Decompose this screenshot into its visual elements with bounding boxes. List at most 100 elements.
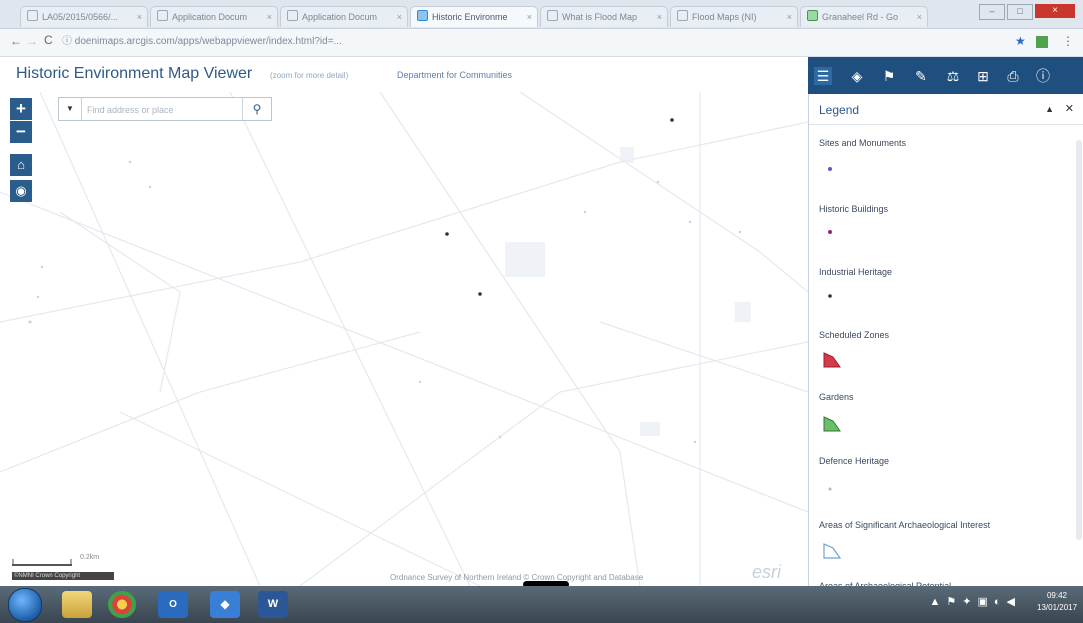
home-button[interactable]: ⌂ <box>10 154 32 176</box>
zoom-hint: (zoom for more detail) <box>270 71 349 80</box>
forward-icon[interactable]: → <box>26 34 38 48</box>
tab-label: Application Docum <box>172 12 248 22</box>
chrome-icon[interactable] <box>108 591 136 618</box>
taskbar: O ◆ W ▲⚑✦▣◐◀ 09:42 13/01/2017 <box>0 586 1083 623</box>
browser-tab[interactable]: LA05/2015/0566/... × <box>20 6 148 27</box>
legend-symbol-polygon <box>823 416 841 432</box>
browser-tab-bar: LA05/2015/0566/... × Application Docum × A… <box>0 0 1083 29</box>
bookmark-star-icon[interactable]: ★ <box>1015 34 1026 48</box>
tab-label: Historic Environme <box>432 12 508 22</box>
app-header: Historic Environment Map Viewer (zoom fo… <box>0 57 808 93</box>
legend-header: Legend ▲ ✕ <box>809 94 1083 125</box>
legend-item-label: Historic Buildings <box>819 204 889 214</box>
select-icon[interactable]: ⊞ <box>974 67 992 85</box>
browser-tab[interactable]: Flood Maps (NI) × <box>670 6 798 27</box>
search-source-dropdown[interactable]: ▼ <box>59 98 82 120</box>
reload-icon[interactable]: C <box>44 33 53 47</box>
word-icon[interactable]: W <box>258 591 288 618</box>
close-icon[interactable]: ✕ <box>1065 102 1074 115</box>
map-basemap <box>0 92 808 586</box>
browser-tab[interactable]: Application Docum × <box>150 6 278 27</box>
legend-symbol-point <box>828 487 832 491</box>
menu-icon[interactable]: ⋮ <box>1062 34 1074 48</box>
system-tray-icons[interactable]: ▲⚑✦▣◐◀ <box>930 595 1021 608</box>
esri-logo: esri <box>752 562 782 582</box>
start-button[interactable] <box>8 588 42 622</box>
browser-tab[interactable]: Application Docum × <box>280 6 408 27</box>
map-icon <box>807 10 818 21</box>
locate-button[interactable]: ◉ <box>10 180 32 202</box>
legend-symbol-polygon <box>823 543 841 559</box>
browser-tab[interactable]: What is Flood Map × <box>540 6 668 27</box>
tab-label: What is Flood Map <box>562 12 638 22</box>
legend-panel: Legend ▲ ✕ Sites and Monuments Historic … <box>808 94 1083 587</box>
legend-item-label: Industrial Heritage <box>819 267 893 277</box>
search-button[interactable]: ⚲ <box>242 98 271 120</box>
browser-tab-active[interactable]: Historic Environme × <box>410 6 538 27</box>
info-icon[interactable]: ⓘ <box>1034 67 1052 85</box>
file-explorer-icon[interactable] <box>62 591 92 618</box>
clock-date: 13/01/2017 <box>1037 603 1078 612</box>
basemap-icon[interactable]: ⚑ <box>880 67 898 85</box>
close-window-icon[interactable]: × <box>1035 4 1075 18</box>
attribution-badge: ©NMNI Crown Copyright <box>12 572 114 580</box>
tab-label: Flood Maps (NI) <box>692 12 757 22</box>
clock[interactable]: 09:42 13/01/2017 <box>1037 590 1077 614</box>
legend-title: Legend <box>819 103 860 117</box>
legend-symbol-polygon <box>823 352 841 368</box>
locate-icon: ◉ <box>15 183 27 198</box>
legend-symbol-point <box>828 167 832 171</box>
zoom-out-button[interactable]: − <box>10 121 32 143</box>
address-bar: ← → C ⓘ doenimaps.arcgis.com/apps/webapp… <box>0 29 1083 57</box>
window-controls: – □ × <box>979 4 1079 20</box>
globe-icon <box>417 10 428 21</box>
home-icon: ⌂ <box>17 157 25 172</box>
legend-item-label: Sites and Monuments <box>819 138 907 148</box>
close-icon[interactable]: × <box>527 7 532 27</box>
maximize-icon[interactable]: □ <box>1007 4 1033 20</box>
url-text: doenimaps.arcgis.com/apps/webappviewer/i… <box>74 36 342 47</box>
widget-toolbar: ☰ ◈ ⚑ ✎ ⚖ ⊞ ⎙ ⓘ <box>808 57 1083 94</box>
url-field[interactable]: ⓘ doenimaps.arcgis.com/apps/webappviewer… <box>62 33 992 51</box>
close-icon[interactable]: × <box>917 7 922 27</box>
legend-list-icon[interactable]: ☰ <box>814 67 832 85</box>
search-input[interactable] <box>85 100 239 120</box>
legend-item-label: Areas of Significant Archaeological Inte… <box>819 520 991 530</box>
page-icon <box>157 10 168 21</box>
close-icon[interactable]: × <box>397 7 402 27</box>
collapse-icon[interactable]: ▲ <box>1045 104 1054 114</box>
map-canvas[interactable]: + − ⌂ ◉ ▼ ⚲ 0.2km ©NMNI Crown Copyright … <box>0 92 808 586</box>
page-icon <box>547 10 558 21</box>
draw-icon[interactable]: ✎ <box>912 67 930 85</box>
zoom-in-button[interactable]: + <box>10 98 32 120</box>
tab-label: Application Docum <box>302 12 378 22</box>
search-icon: ⚲ <box>252 102 262 116</box>
page-icon <box>677 10 688 21</box>
search-widget: ▼ ⚲ <box>58 97 272 121</box>
measure-icon[interactable]: ⚖ <box>944 67 962 85</box>
close-icon[interactable]: × <box>267 7 272 27</box>
department-link[interactable]: Department for Communities <box>397 70 512 80</box>
back-icon[interactable]: ← <box>10 34 22 48</box>
page-icon <box>287 10 298 21</box>
tab-label: Granaheel Rd - Go <box>822 12 899 22</box>
close-icon[interactable]: × <box>787 7 792 27</box>
print-icon[interactable]: ⎙ <box>1004 67 1022 85</box>
legend-item-label: Gardens <box>819 392 854 402</box>
legend-scrollbar[interactable] <box>1076 140 1082 540</box>
minimize-icon[interactable]: – <box>979 4 1005 20</box>
close-icon[interactable]: × <box>137 7 142 27</box>
clock-time: 09:42 <box>1046 591 1068 600</box>
layers-icon[interactable]: ◈ <box>848 67 866 85</box>
legend-symbol-point <box>828 230 832 234</box>
browser-tab[interactable]: Granaheel Rd - Go × <box>800 6 928 27</box>
caret-down-icon: ▼ <box>66 104 74 113</box>
store-icon[interactable]: ◆ <box>210 591 240 618</box>
copyright-text: Ordnance Survey of Northern Ireland © Cr… <box>390 573 644 582</box>
scale-label: 0.2km <box>80 554 100 561</box>
legend-item-label: Defence Heritage <box>819 456 890 466</box>
extension-icon[interactable] <box>1036 36 1048 48</box>
close-icon[interactable]: × <box>657 7 662 27</box>
page-title: Historic Environment Map Viewer <box>16 65 253 82</box>
outlook-icon[interactable]: O <box>158 591 188 618</box>
